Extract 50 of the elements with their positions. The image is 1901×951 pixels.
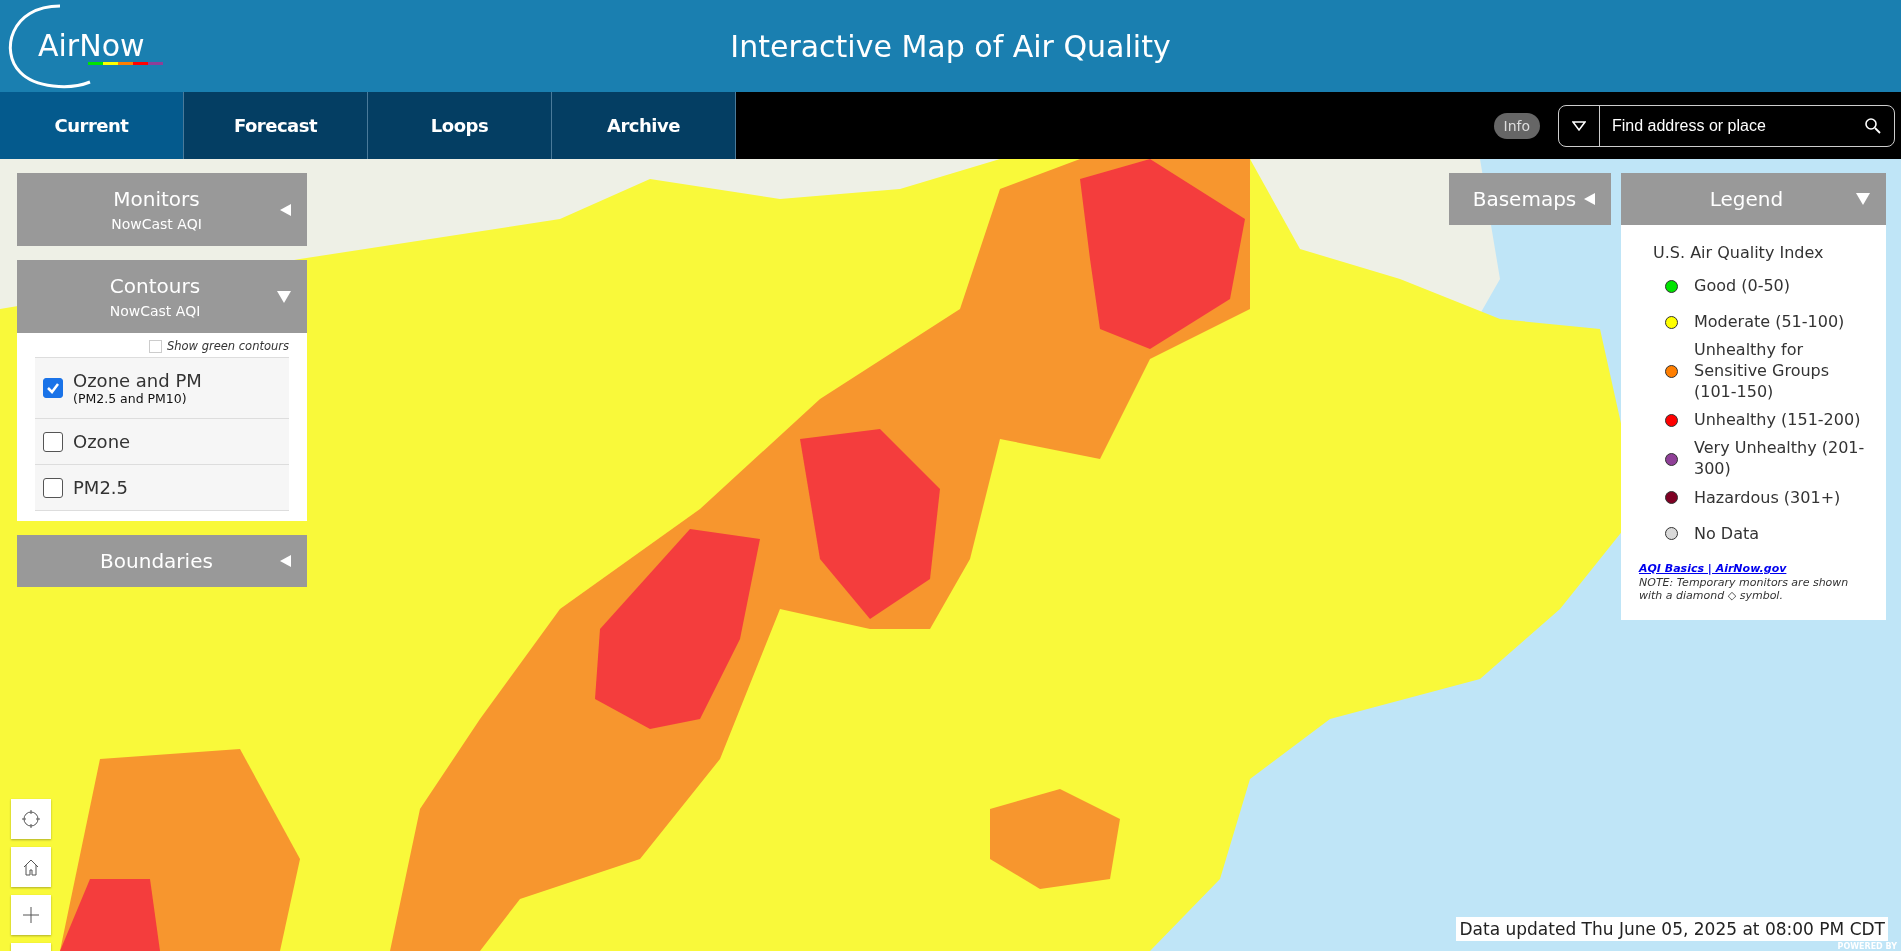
plus-icon <box>21 905 41 925</box>
nav-tab[interactable]: Current <box>0 92 184 159</box>
panel-subtitle: NowCast AQI <box>109 303 201 319</box>
checkbox-label: Show green contours <box>167 339 289 353</box>
airnow-logo[interactable]: AirNow <box>0 2 170 90</box>
checkmark-icon <box>46 381 60 395</box>
crosshair-icon <box>21 809 41 829</box>
option-sublabel: (PM2.5 and PM10) <box>73 391 188 406</box>
option-label: Ozone and PM <box>73 370 202 391</box>
panel-title: Monitors <box>113 187 200 211</box>
aqi-basics-link[interactable]: AQI Basics | AirNow.gov <box>1639 562 1787 575</box>
legend-label: Moderate (51-100) <box>1694 311 1845 333</box>
legend-label: Very Unhealthy (201-300) <box>1694 438 1866 480</box>
nav-tab[interactable]: Archive <box>552 92 736 159</box>
panel-header[interactable]: Contours NowCast AQI <box>17 260 307 333</box>
info-button[interactable]: Info <box>1493 112 1540 139</box>
home-button[interactable] <box>11 847 51 887</box>
panel-header[interactable]: Monitors NowCast AQI <box>17 173 307 246</box>
attribution-text: POWERED BY <box>1837 942 1897 951</box>
home-icon <box>21 857 41 877</box>
legend-label: Unhealthy for Sensitive Groups (101-150) <box>1694 340 1831 403</box>
panel-title: Basemaps <box>1472 187 1577 211</box>
data-updated-text: Data updated Thu June 05, 2025 at 08:00 PM CDT <box>1456 917 1888 941</box>
nav-tab[interactable]: Loops <box>368 92 552 159</box>
legend-heading: U.S. Air Quality Index <box>1653 243 1825 262</box>
panel-title: Contours <box>109 274 201 298</box>
panel-header[interactable]: Boundaries <box>17 535 307 587</box>
panel-title: Boundaries <box>100 549 213 573</box>
legend-label: Hazardous (301+) <box>1694 487 1841 509</box>
option-label: Ozone <box>73 431 131 452</box>
legend-note: NOTE: Temporary monitors are shown with a diamond ◇ symbol. <box>1639 576 1850 602</box>
legend-label: No Data <box>1694 523 1760 545</box>
panel-header[interactable]: Basemaps <box>1449 173 1611 225</box>
search-icon[interactable] <box>1864 116 1882 135</box>
search-input[interactable]: Find address or place <box>1600 115 1864 136</box>
page-title: Interactive Map of Air Quality <box>730 28 1171 64</box>
checkbox[interactable] <box>43 431 63 452</box>
locate-button[interactable] <box>11 799 51 839</box>
panel-header[interactable]: Legend <box>1621 173 1886 225</box>
checkbox[interactable] <box>43 477 63 498</box>
search-bar[interactable]: Find address or place <box>1558 104 1895 147</box>
option-label: PM2.5 <box>73 477 128 498</box>
panel-subtitle: NowCast AQI <box>111 216 202 232</box>
panel-title: Legend <box>1709 187 1784 211</box>
nav-tab[interactable]: Forecast <box>184 92 368 159</box>
zoom-in-button[interactable] <box>11 895 51 935</box>
checkbox[interactable] <box>43 378 63 398</box>
dropdown-icon[interactable] <box>1572 120 1586 131</box>
legend-label: Good (0-50) <box>1694 275 1790 297</box>
legend-label: Unhealthy (151-200) <box>1694 410 1861 431</box>
